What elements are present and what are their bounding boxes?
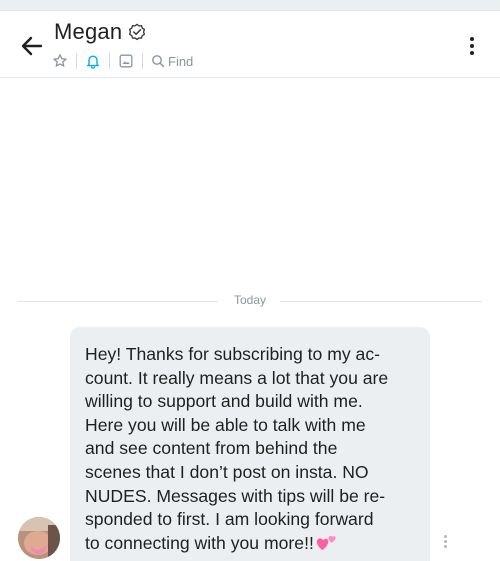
chat-header: Megan Find	[0, 11, 500, 78]
separator	[76, 53, 77, 69]
date-divider-line-right	[280, 301, 482, 302]
message-text: Hey! Thanks for subscribing to my ac- co…	[85, 344, 389, 553]
verified-badge-icon	[129, 23, 146, 41]
date-divider: Today	[233, 293, 267, 307]
separator	[109, 53, 110, 69]
message-bubble[interactable]: Hey! Thanks for subscribing to my ac- co…	[70, 327, 430, 561]
top-status-strip	[0, 0, 500, 11]
chat-title-row: Megan	[54, 16, 146, 48]
more-vertical-icon	[470, 37, 474, 41]
avatar[interactable]	[18, 517, 60, 559]
more-vertical-icon	[443, 534, 447, 538]
date-divider-line-left	[18, 301, 218, 302]
message-text-wrapper: Hey! Thanks for subscribing to my ac- co…	[85, 343, 416, 555]
bell-icon	[87, 55, 99, 69]
two-hearts-icon	[316, 535, 336, 550]
chat-title[interactable]: Megan	[54, 19, 122, 45]
favorite-button[interactable]	[52, 51, 68, 71]
avatar-image	[18, 517, 60, 559]
image-icon	[119, 54, 133, 68]
notifications-button[interactable]	[85, 51, 101, 71]
media-button[interactable]	[118, 51, 134, 71]
back-button[interactable]	[18, 32, 46, 60]
header-actions: Find	[52, 51, 193, 71]
find-button[interactable]: Find	[151, 54, 193, 69]
find-label: Find	[168, 53, 194, 69]
search-icon	[152, 55, 165, 68]
more-options-button[interactable]	[462, 34, 482, 58]
separator	[142, 53, 143, 69]
message-options-button[interactable]	[440, 533, 450, 549]
arrow-left-icon	[21, 36, 43, 56]
star-icon	[53, 54, 67, 67]
